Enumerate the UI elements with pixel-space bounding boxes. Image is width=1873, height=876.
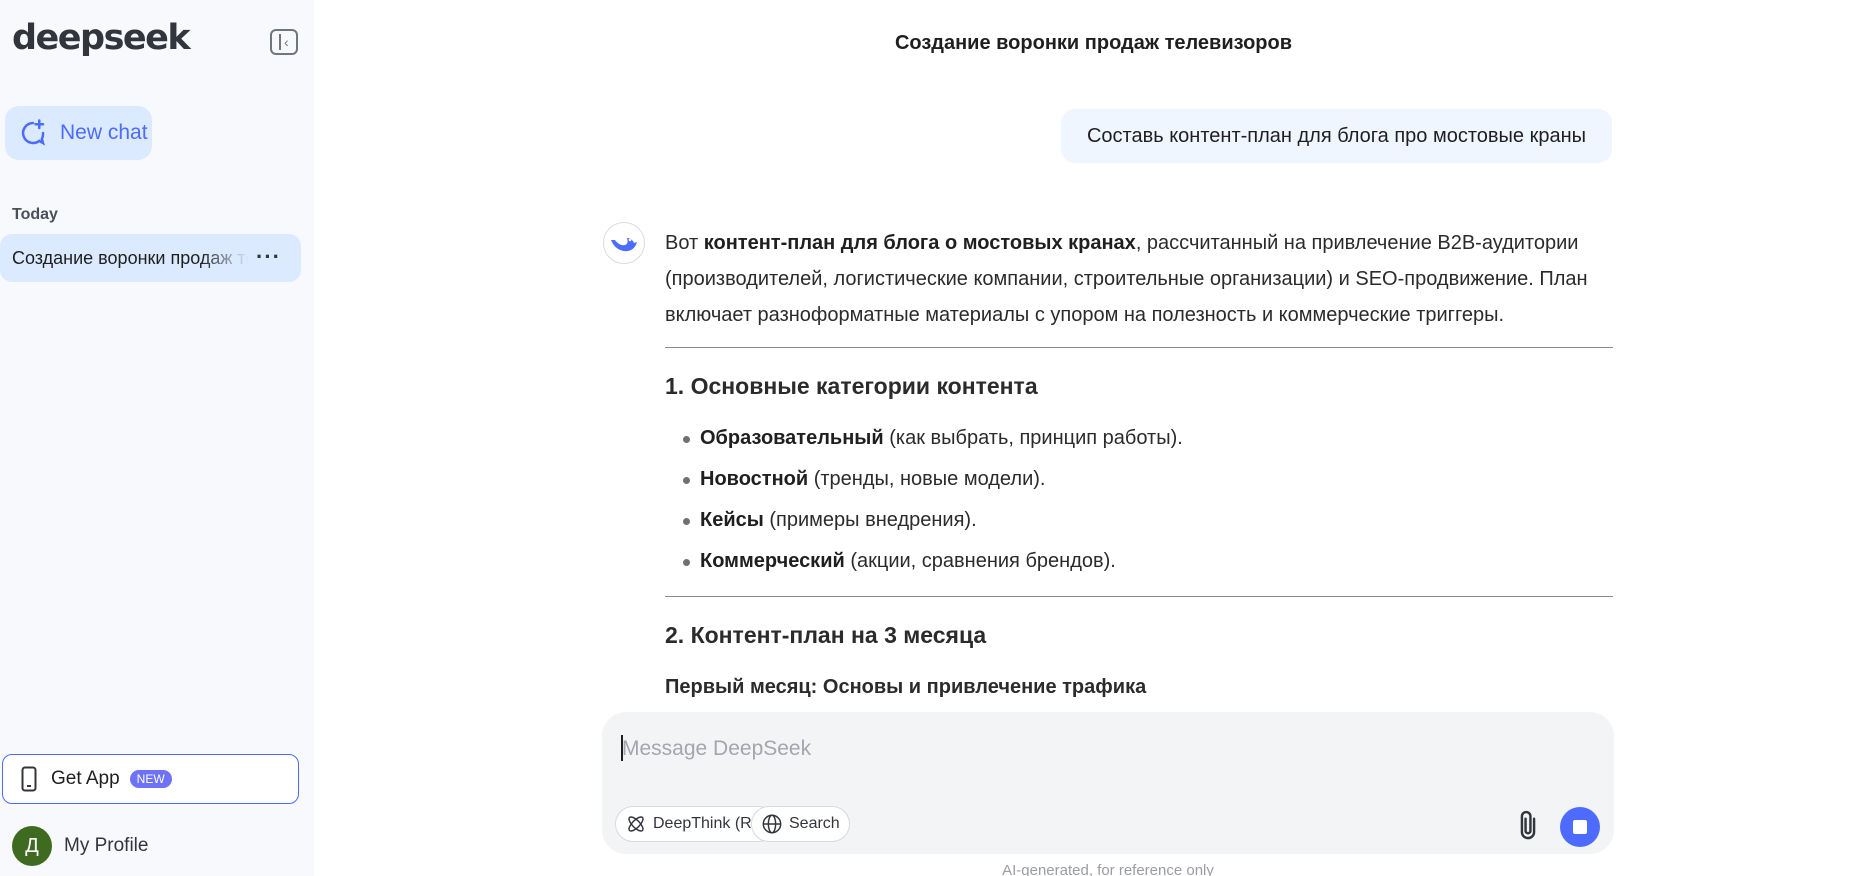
- get-app-button[interactable]: Get App NEW: [2, 754, 299, 804]
- chat-title: Создание воронки продаж телевизоров: [894, 32, 1293, 54]
- search-label: Search: [789, 815, 840, 832]
- list-item-bold: Новостной: [700, 468, 809, 490]
- more-options-icon[interactable]: ···: [256, 244, 281, 270]
- paperclip-icon[interactable]: [1512, 809, 1544, 843]
- new-badge: NEW: [129, 770, 172, 788]
- list-item-bold: Образовательный: [700, 427, 884, 449]
- history-item-title: Создание воронки продаж телевизоров: [12, 247, 248, 268]
- sidebar-collapse-icon[interactable]: ‹: [270, 29, 298, 55]
- list-item-text: (примеры внедрения).: [763, 509, 977, 531]
- new-chat-label: New chat: [60, 121, 148, 144]
- phone-icon: [21, 766, 37, 792]
- divider: [665, 596, 1613, 597]
- sidebar: deepseek ‹ New chat Today Создание ворон…: [0, 0, 314, 876]
- intro-bold: контент-план для блога о мостовых кранах: [703, 232, 1136, 254]
- message-input[interactable]: [622, 734, 1322, 764]
- list-item: Коммерческий (акции, сравнения брендов).: [683, 541, 1613, 582]
- my-profile-button[interactable]: Д My Profile: [12, 826, 148, 866]
- search-toggle[interactable]: Search: [751, 806, 850, 842]
- history-section-today: Today: [12, 206, 58, 223]
- divider: [665, 347, 1613, 348]
- stop-generation-button[interactable]: [1560, 807, 1600, 847]
- history-item[interactable]: Создание воронки продаж телевизоров ···: [0, 234, 301, 282]
- list-item-bold: Коммерческий: [700, 550, 845, 572]
- stop-icon: [1573, 820, 1587, 834]
- avatar: Д: [12, 826, 52, 866]
- list-item-bold: Кейсы: [700, 509, 764, 531]
- list-item: Кейсы (примеры внедрения).: [683, 500, 1613, 541]
- subsection-heading: Первый месяц: Основы и привлечение трафи…: [665, 676, 1147, 698]
- list-item-text: (тренды, новые модели).: [808, 468, 1046, 490]
- ai-disclaimer: AI-generated, for reference only: [1002, 862, 1214, 876]
- section-heading: 1. Основные категории контента: [665, 373, 1038, 399]
- deepseek-logo: deepseek: [12, 18, 191, 58]
- list-item: Новостной (тренды, новые модели).: [683, 459, 1613, 500]
- section-heading: 2. Контент-план на 3 месяца: [665, 622, 987, 648]
- atom-icon: [628, 816, 644, 832]
- assistant-answer: Вот контент-план для блога о мостовых кр…: [665, 225, 1613, 705]
- deepseek-whale-icon: [603, 222, 645, 264]
- globe-icon: [762, 814, 782, 834]
- new-chat-icon: [21, 119, 45, 146]
- get-app-label: Get App: [51, 768, 120, 789]
- list-item: Образовательный (как выбрать, принцип ра…: [683, 418, 1613, 459]
- app-window: deepseek ‹ New chat Today Создание ворон…: [0, 0, 1873, 876]
- list-item-text: (как выбрать, принцип работы).: [883, 427, 1183, 449]
- user-message: Составь контент-план для блога про мосто…: [1060, 109, 1612, 163]
- profile-label: My Profile: [64, 835, 149, 856]
- new-chat-button[interactable]: New chat: [5, 106, 152, 160]
- deepthink-label: DeepThink (R1): [653, 815, 766, 832]
- category-list: Образовательный (как выбрать, принцип ра…: [683, 418, 1613, 582]
- message-composer: DeepThink (R1) Search: [602, 712, 1614, 854]
- intro-prefix: Вот: [665, 232, 704, 254]
- answer-intro: Вот контент-план для блога о мостовых кр…: [665, 225, 1613, 333]
- list-item-text: (акции, сравнения брендов).: [844, 550, 1116, 572]
